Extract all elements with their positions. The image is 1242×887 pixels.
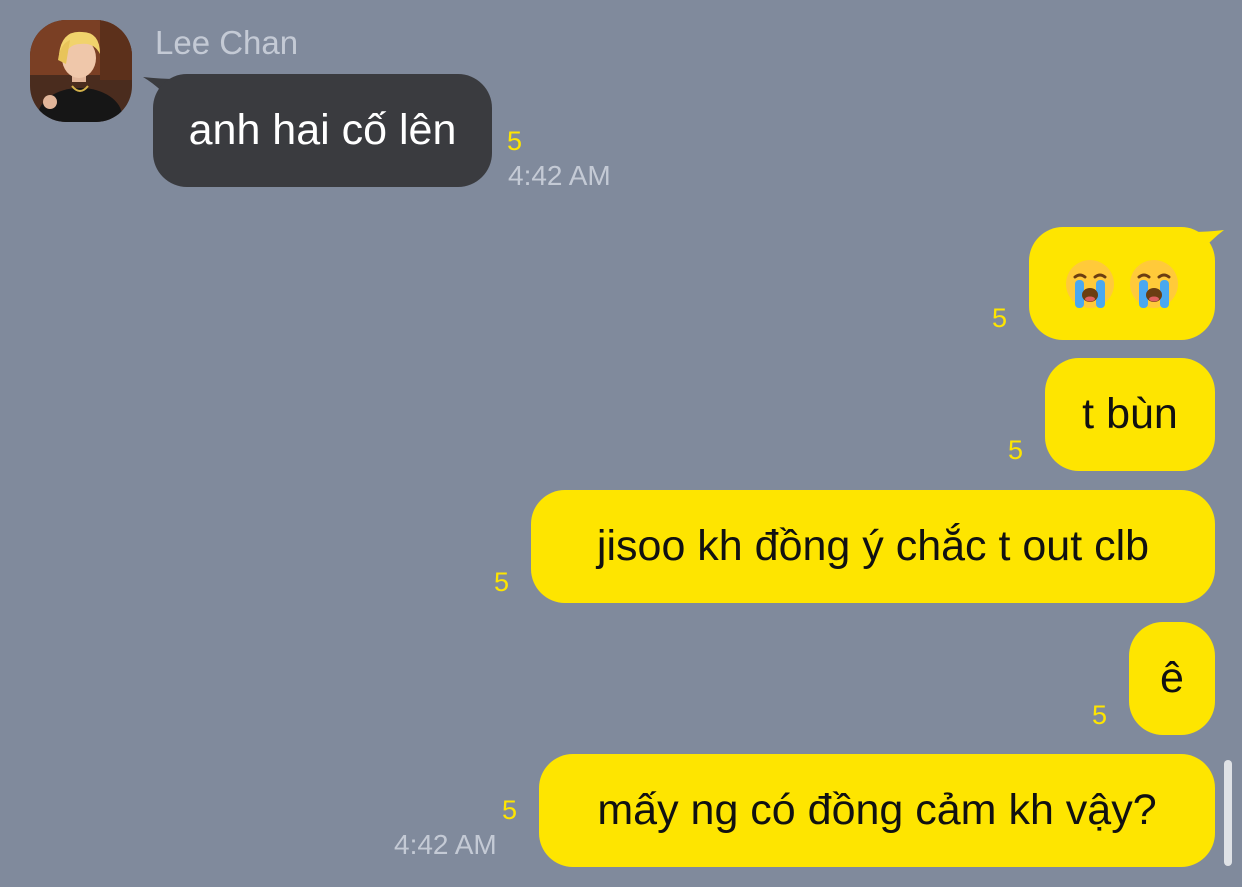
loudly-crying-face-icon	[1130, 259, 1178, 308]
emoji-row	[1058, 258, 1186, 310]
message-text: anh hai cố lên	[188, 106, 457, 154]
message-bubble-outgoing[interactable]	[1029, 227, 1215, 340]
scrollbar[interactable]	[1224, 760, 1232, 866]
unread-count: 5	[1008, 435, 1024, 465]
loudly-crying-face-icon	[1066, 259, 1114, 308]
unread-count: 5	[507, 126, 523, 156]
sender-name: Lee Chan	[155, 24, 299, 61]
message-bubble-incoming[interactable]: anh hai cố lên	[153, 74, 492, 187]
message-bubble-outgoing[interactable]: mấy ng có đồng cảm kh vậy?	[539, 754, 1215, 867]
unread-count: 5	[1092, 700, 1108, 730]
avatar[interactable]	[30, 20, 132, 122]
message-time: 4:42 AM	[508, 160, 611, 191]
message-bubble-outgoing[interactable]: t bùn	[1045, 358, 1215, 471]
message-text: jisoo kh đồng ý chắc t out clb	[596, 522, 1150, 570]
message-bubble-outgoing[interactable]: jisoo kh đồng ý chắc t out clb	[531, 490, 1215, 603]
unread-count: 5	[502, 795, 518, 825]
unread-count: 5	[494, 567, 510, 597]
message-time: 4:42 AM	[394, 829, 497, 860]
message-text: t bùn	[1082, 390, 1178, 438]
message-bubble-outgoing[interactable]: ê	[1129, 622, 1215, 735]
message-text: mấy ng có đồng cảm kh vậy?	[597, 786, 1157, 834]
message-text: ê	[1160, 654, 1184, 702]
profile-photo-avatar	[30, 20, 132, 122]
unread-count: 5	[992, 303, 1008, 333]
